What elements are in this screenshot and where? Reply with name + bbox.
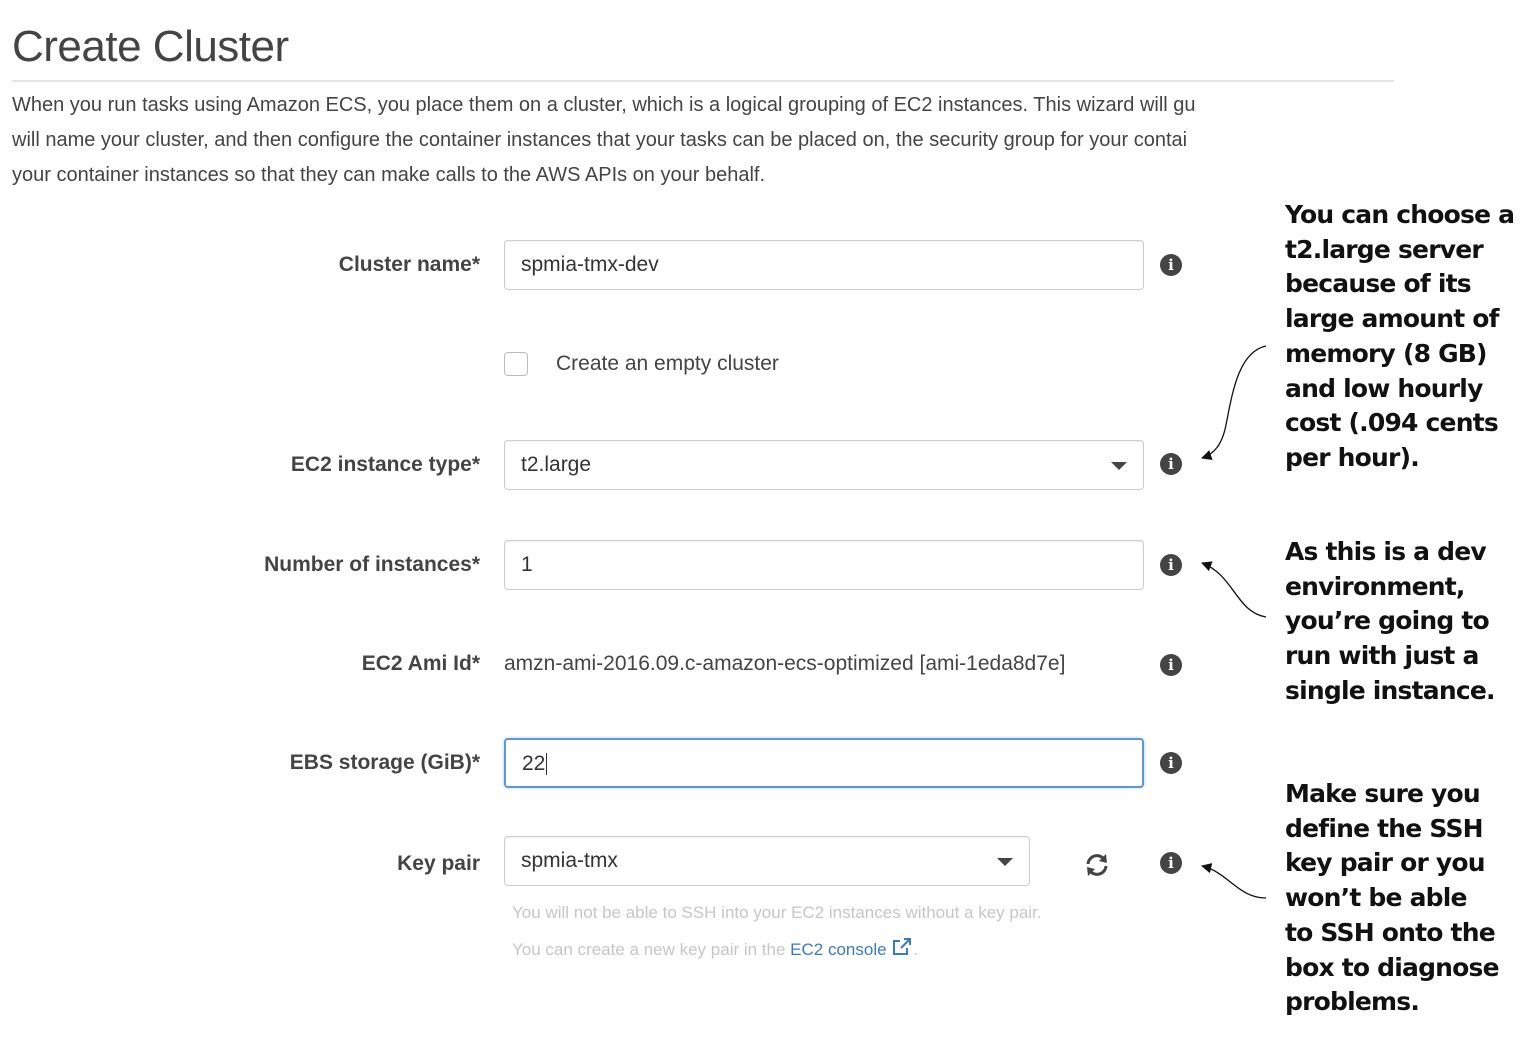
annotation-arrows <box>1200 345 1267 899</box>
arrow-instance-type <box>1201 345 1267 460</box>
arrow-key-pair <box>1200 863 1267 899</box>
arrow-num-instances <box>1201 561 1267 618</box>
